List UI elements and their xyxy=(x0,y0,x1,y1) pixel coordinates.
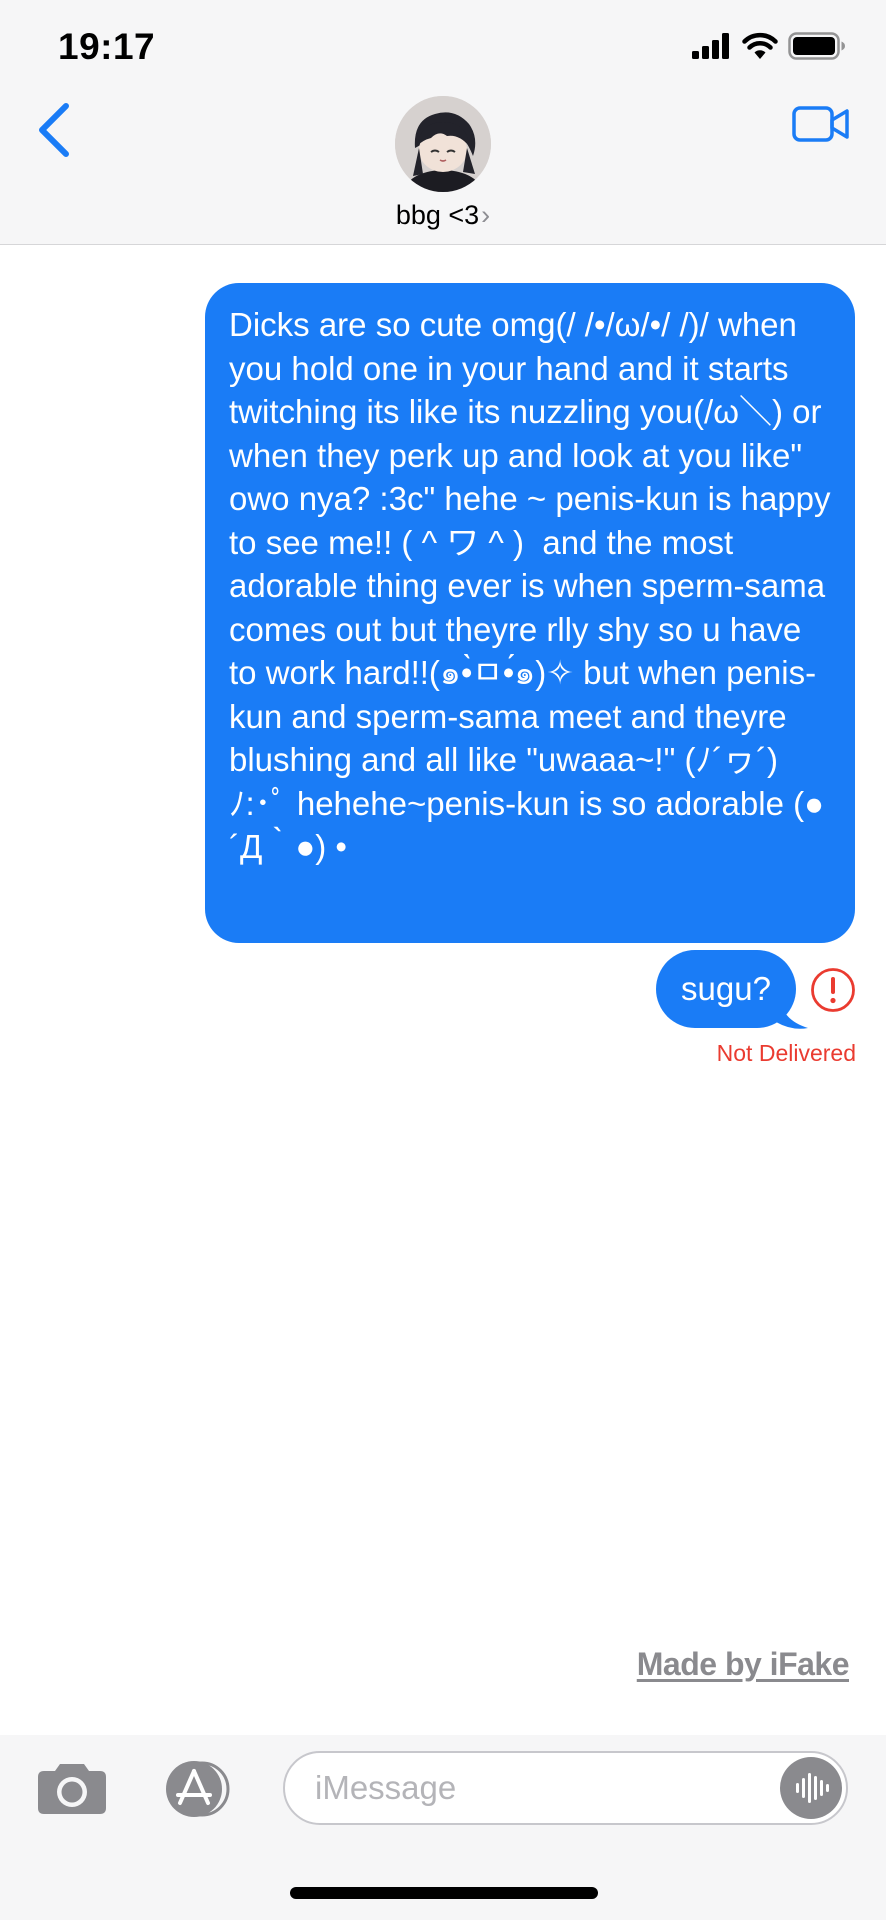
facetime-video-button[interactable] xyxy=(792,104,850,144)
status-icons xyxy=(692,32,846,60)
contact-name-button[interactable]: bbg <3› xyxy=(0,200,886,231)
retry-send-button[interactable] xyxy=(810,967,856,1013)
outgoing-message-bubble[interactable]: sugu? xyxy=(656,950,796,1028)
camera-button[interactable] xyxy=(36,1760,108,1816)
chevron-left-icon xyxy=(39,103,69,157)
audio-message-button[interactable] xyxy=(780,1757,842,1819)
outgoing-message-bubble[interactable]: Dicks are so cute omg(/ /•/ω/•/ /)/ when… xyxy=(205,283,855,943)
message-input[interactable]: iMessage xyxy=(283,1751,848,1825)
contact-avatar[interactable] xyxy=(395,96,491,192)
conversation-header: 19:17 bbg <3› xyxy=(0,0,886,245)
exclamation-circle-icon xyxy=(811,968,855,1012)
cellular-signal-icon xyxy=(692,33,729,59)
wifi-icon xyxy=(742,32,778,59)
message-input-placeholder: iMessage xyxy=(315,1769,457,1806)
delivery-status: Not Delivered xyxy=(716,1040,856,1066)
watermark: Made by iFake xyxy=(636,1646,850,1682)
audio-waveform-icon xyxy=(796,1773,829,1803)
bubble-tail xyxy=(776,998,808,1029)
battery-icon xyxy=(788,32,845,60)
app-store-button[interactable] xyxy=(156,1759,238,1819)
app-store-icon xyxy=(166,1761,230,1817)
home-indicator[interactable] xyxy=(290,1887,598,1899)
contact-name: bbg <3 xyxy=(395,200,480,230)
back-button[interactable] xyxy=(34,100,74,160)
chevron-right-icon: › xyxy=(481,200,491,230)
status-time: 19:17 xyxy=(58,26,156,67)
video-camera-icon xyxy=(792,106,849,142)
avatar-image xyxy=(395,96,491,192)
camera-icon xyxy=(38,1764,106,1814)
